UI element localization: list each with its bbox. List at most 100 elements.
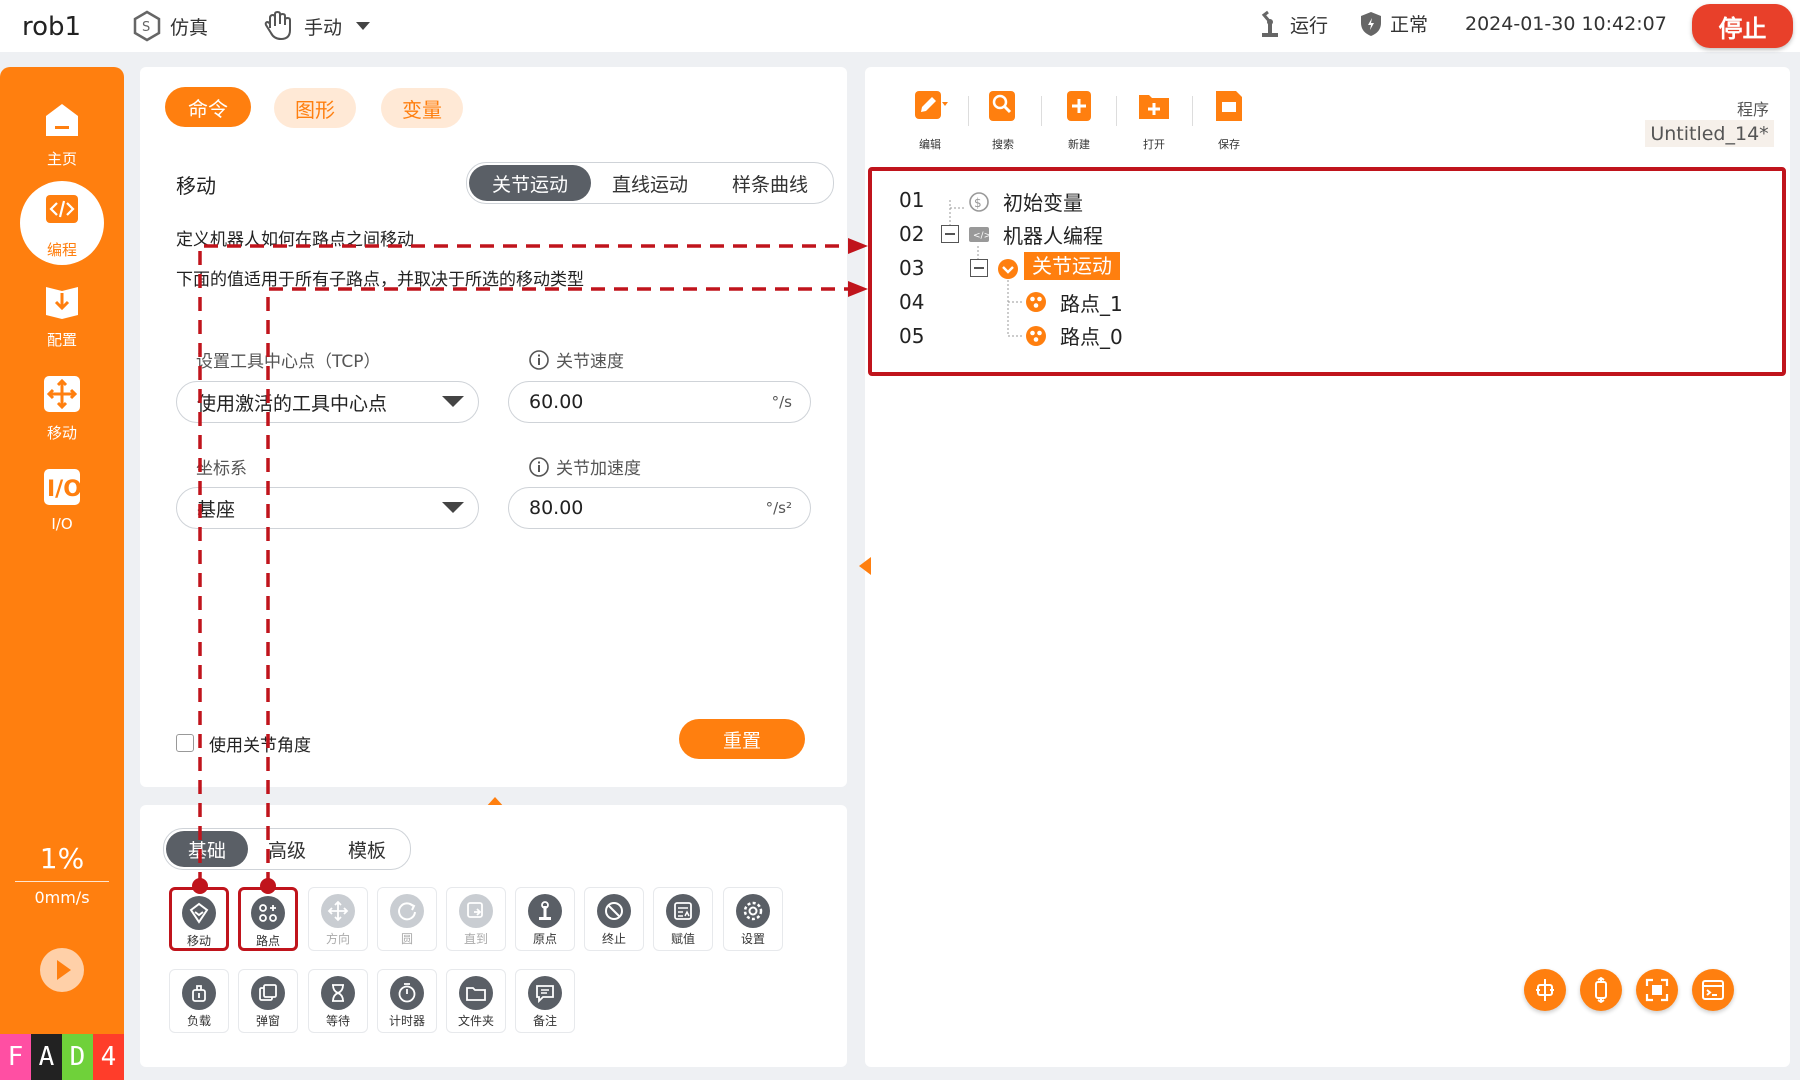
toolbar-new[interactable]: 新建 [1049,88,1109,152]
tree-node-robot-program[interactable]: 机器人编程 [1003,220,1103,249]
tool-popup[interactable]: 弹窗 [238,969,298,1033]
tool-comment[interactable]: 备注 [515,969,575,1033]
manual-mode-dropdown[interactable]: 手动 [262,10,371,42]
halt-icon [597,894,631,928]
speed-indicator[interactable]: 1% 0mm/s [0,842,124,907]
toolbar-search[interactable]: 搜索 [973,88,1033,152]
new-file-icon [1067,91,1091,121]
tool-payload[interactable]: 负载 [169,969,229,1033]
io-icon: I/O [44,469,82,505]
motion-type-linear[interactable]: 直线运动 [591,165,709,201]
tool-origin[interactable]: 原点 [515,887,575,951]
use-joint-angle-label: 使用关节角度 [209,736,311,756]
robot-name: rob1 [22,12,82,42]
tool-label: 路点 [255,934,280,948]
manual-label: 手动 [304,16,343,39]
tree-node-init-vars[interactable]: 初始变量 [1003,187,1083,216]
payload-icon [182,976,216,1010]
tool-move[interactable]: 移动 [169,887,229,951]
tab-variables[interactable]: 变量 [381,88,463,128]
joint-speed-input[interactable]: 60.00 °/s [508,381,811,423]
sidebar-item-io[interactable]: I/O I/O [0,467,124,533]
tab-advanced[interactable]: 高级 [248,831,326,867]
fit-view-icon [1645,978,1669,1002]
reset-button[interactable]: 重置 [679,719,805,759]
command-panel: 命令 图形 变量 移动 关节运动 直线运动 样条曲线 定义机器人如何在路点之间移… [140,67,847,787]
tool-label: 方向 [325,932,350,946]
motion-type-spline[interactable]: 样条曲线 [709,165,831,201]
coord-select[interactable]: 基座 [176,487,479,529]
hand-icon [264,10,291,41]
sidebar-item-home[interactable]: 主页 [0,100,124,169]
origin-icon [528,894,562,928]
joint-speed-label: 关节速度 [556,352,624,372]
toolbar-label: 搜索 [992,138,1014,151]
folder-icon [459,976,493,1010]
tool-label: 备注 [532,1014,557,1028]
tool-until[interactable]: 直到 [446,887,506,951]
fit-view-button[interactable] [1636,969,1678,1011]
sidebar-item-config[interactable]: 配置 [0,281,124,350]
line-number: 01 [899,188,925,212]
health-label: 正常 [1390,14,1429,36]
toolbar-open[interactable]: 打开 [1124,88,1184,152]
program-label: 程序 [1737,100,1770,119]
sidebar-item-programming[interactable]: 编程 [0,191,124,260]
tool-waypoint[interactable]: 路点 [238,887,298,951]
tcp-value: 使用激活的工具中心点 [197,392,388,415]
info-icon [529,456,549,477]
tool-halt[interactable]: 终止 [584,887,644,951]
sidebar: 主页 编程 配置 移动 I/O I/O 1% 0mm/s [0,67,124,1080]
divider [15,881,109,882]
status-badge: F A D 4 [0,1034,124,1080]
program-name: Untitled_14* [1645,120,1774,147]
stop-button[interactable]: 停止 [1692,4,1793,48]
coord-label: 坐标系 [196,459,247,479]
terminal-button[interactable] [1692,969,1734,1011]
terminal-icon [1702,980,1724,1000]
collapse-toggle-icon[interactable] [970,259,988,277]
tool-timer[interactable]: 计时器 [377,969,437,1033]
toolbar-edit[interactable]: 编辑 [900,88,960,152]
simulation-label: 仿真 [170,16,209,39]
joint-accel-input[interactable]: 80.00 °/s² [508,487,811,529]
settings-icon [736,894,770,928]
timer-icon [390,976,424,1010]
run-state-label: 运行 [1290,14,1329,37]
edit-icon [915,91,948,119]
fold-vertical-button[interactable] [1580,969,1622,1011]
tool-folder[interactable]: 文件夹 [446,969,506,1033]
tcp-select[interactable]: 使用激活的工具中心点 [176,381,479,423]
tab-basic[interactable]: 基础 [166,831,248,867]
tool-label: 圆 [400,932,413,946]
divider [1192,96,1193,126]
tool-wait[interactable]: 等待 [308,969,368,1033]
tree-node-waypoint-0[interactable]: 路点_0 [1060,321,1123,350]
motion-type-selector: 关节运动 直线运动 样条曲线 [466,162,834,204]
collapse-left-icon[interactable] [859,557,871,575]
badge-letter: 4 [93,1034,124,1080]
tree-node-joint-move[interactable]: 关节运动 [1024,252,1120,280]
shield-icon [1361,11,1381,36]
sidebar-item-move[interactable]: 移动 [0,374,124,443]
simulation-mode[interactable]: S 仿真 [132,10,208,42]
tool-direction[interactable]: 方向 [308,887,368,951]
fold-horizontal-icon [1536,979,1554,1001]
tool-settings[interactable]: 设置 [723,887,783,951]
tree-node-waypoint-1[interactable]: 路点_1 [1060,288,1123,317]
tool-circle[interactable]: 圆 [377,887,437,951]
chevron-down-icon [442,502,464,513]
toolbar-save[interactable]: 保存 [1199,88,1259,152]
tab-templates[interactable]: 模板 [326,831,408,867]
play-icon[interactable] [40,948,84,992]
fold-horizontal-button[interactable] [1524,969,1566,1011]
collapse-toggle-icon[interactable] [941,225,959,243]
waypoint-node-icon [1026,292,1046,312]
tab-graphics[interactable]: 图形 [274,88,356,128]
tool-assign[interactable]: 赋值 [653,887,713,951]
use-joint-angle-checkbox[interactable] [176,734,194,752]
tab-command[interactable]: 命令 [165,87,251,127]
motion-type-joint[interactable]: 关节运动 [469,165,591,201]
joint-accel-label: 关节加速度 [556,459,641,479]
line-number: 02 [899,222,925,246]
